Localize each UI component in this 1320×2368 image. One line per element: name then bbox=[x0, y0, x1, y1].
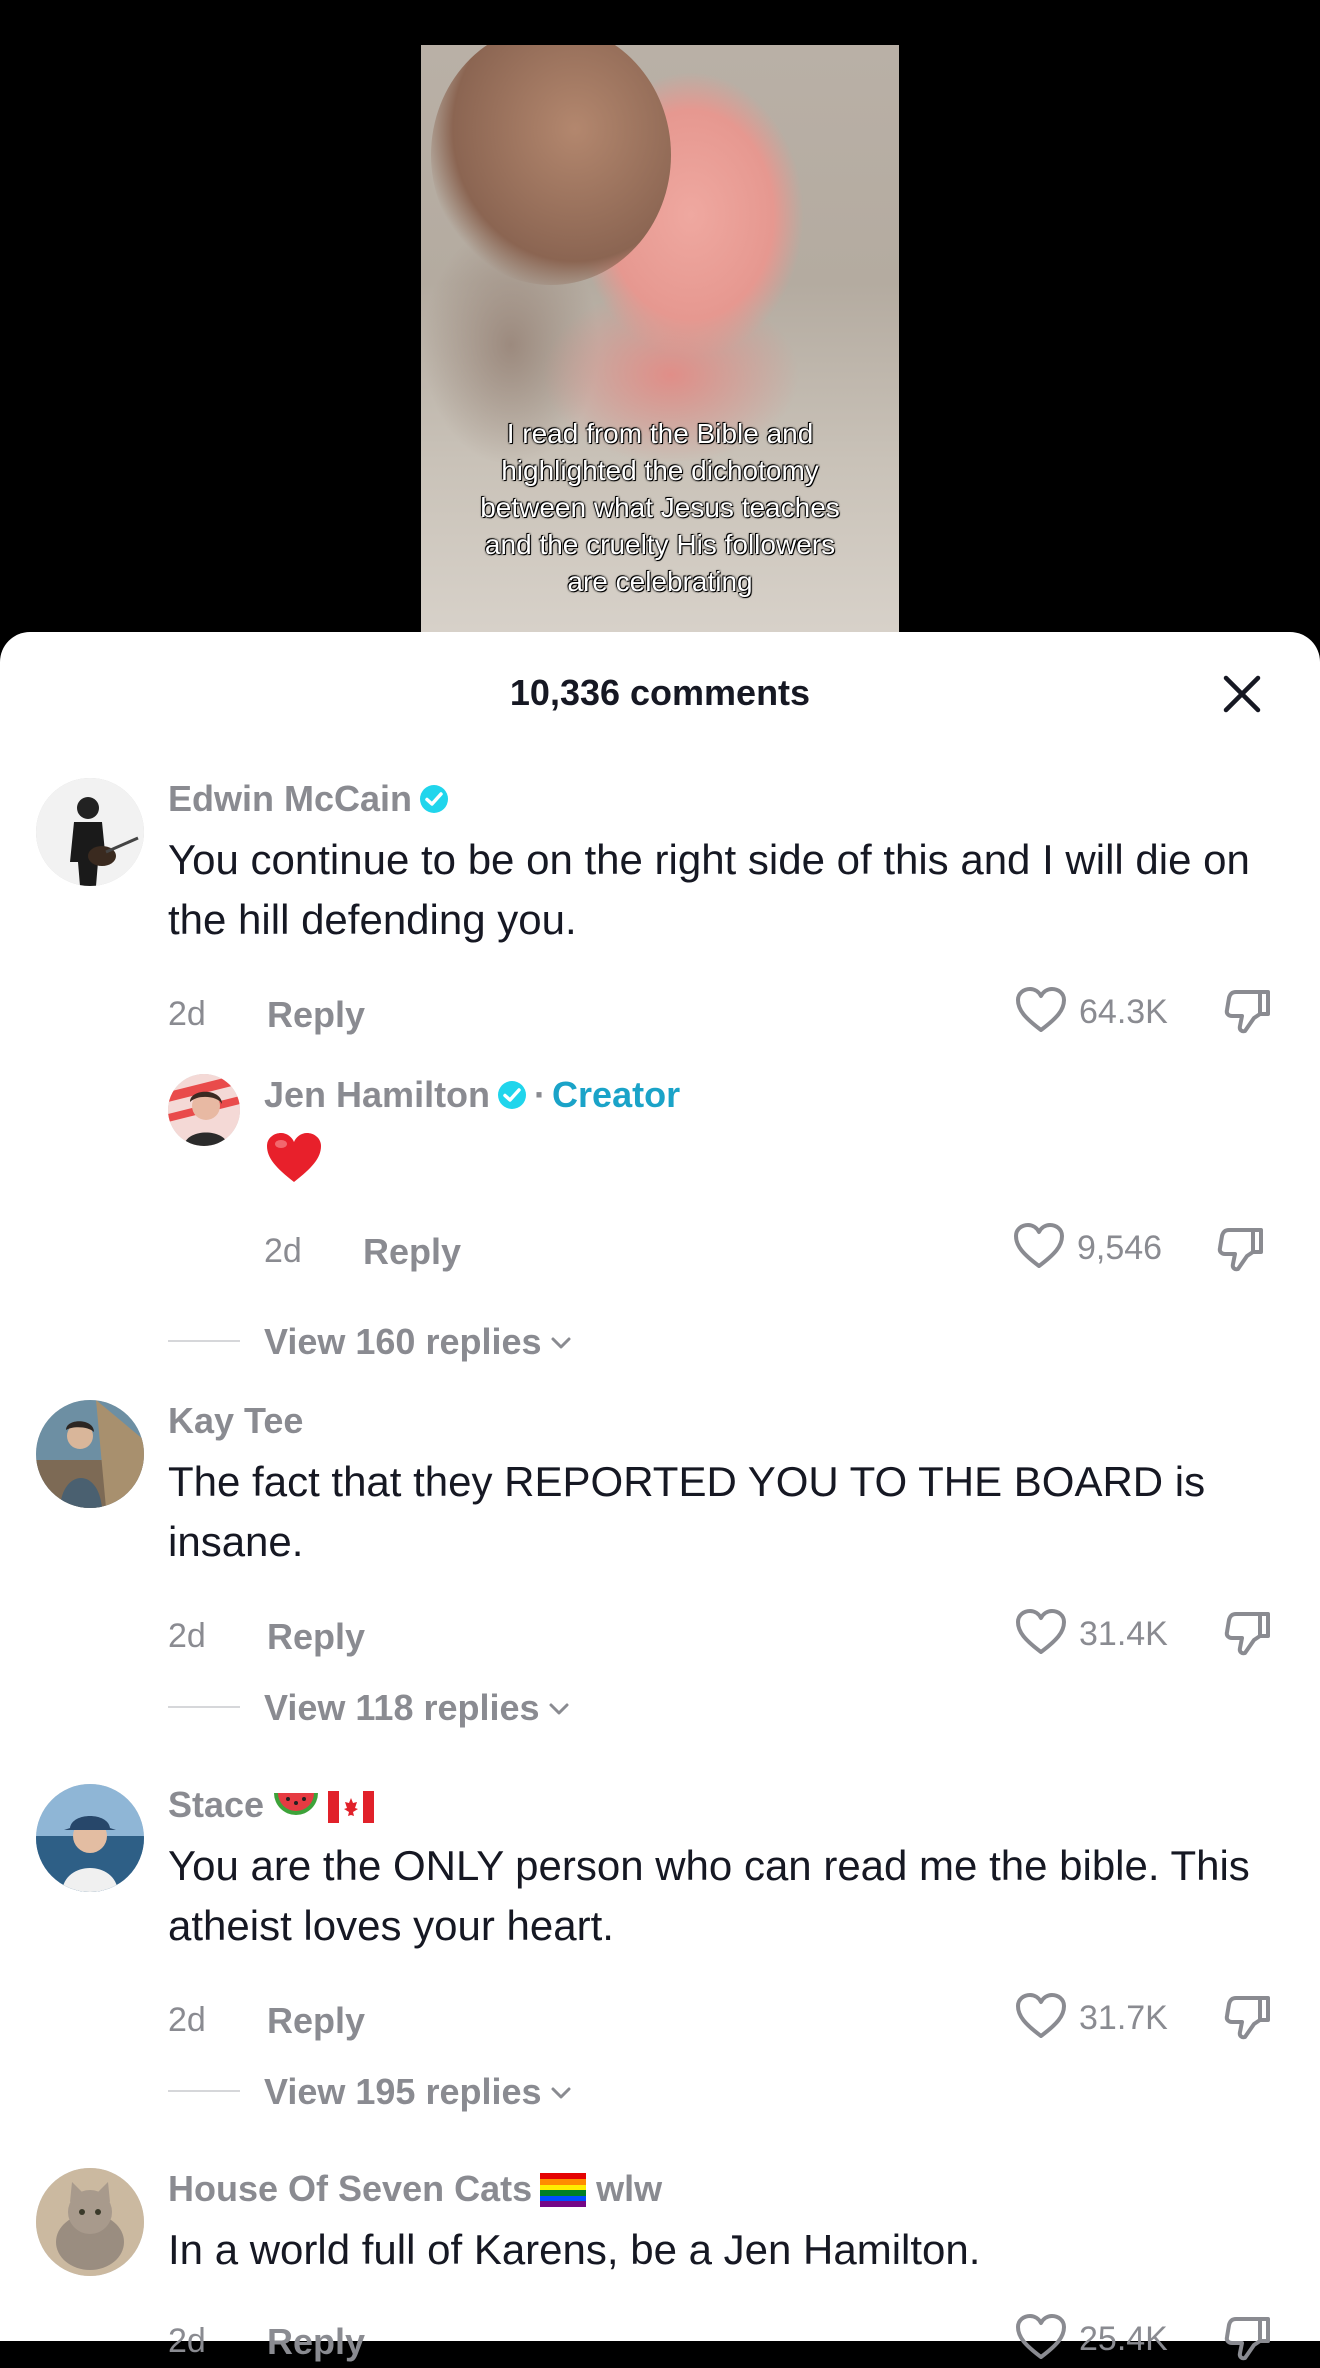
comment-username[interactable]: House Of Seven Cats wlw bbox=[168, 2168, 662, 2216]
heart-icon bbox=[1015, 1608, 1067, 1661]
like-button[interactable]: 25.4K bbox=[1015, 2313, 1168, 2366]
view-replies-divider bbox=[168, 1340, 240, 1342]
close-icon[interactable] bbox=[1220, 672, 1264, 716]
view-replies-button[interactable]: View 118 replies bbox=[264, 1683, 570, 1729]
chevron-down-icon bbox=[548, 1683, 570, 1725]
avatar[interactable] bbox=[36, 2168, 144, 2276]
like-button[interactable]: 31.7K bbox=[1015, 1992, 1168, 2045]
heart-icon bbox=[1015, 986, 1067, 1039]
like-count: 31.7K bbox=[1079, 1999, 1168, 2037]
video-frame-image bbox=[431, 45, 671, 285]
canada-flag-emoji-icon bbox=[328, 1790, 375, 1832]
view-replies-divider bbox=[168, 2090, 240, 2092]
watermelon-emoji-icon bbox=[272, 1787, 320, 1832]
comment-text: You continue to be on the right side of … bbox=[168, 836, 1250, 943]
reply-time: 2d bbox=[264, 1232, 302, 1270]
like-button[interactable]: 64.3K bbox=[1015, 986, 1168, 1039]
comment-time: 2d bbox=[168, 995, 206, 1033]
heart-icon bbox=[1015, 1992, 1067, 2045]
comment-username[interactable]: Edwin McCain bbox=[168, 778, 450, 824]
badge-separator: · bbox=[534, 1074, 547, 1115]
view-replies-button[interactable]: View 160 replies bbox=[264, 1317, 572, 1363]
reply-button[interactable]: Reply bbox=[267, 1616, 365, 1658]
dislike-icon[interactable] bbox=[1222, 1990, 1274, 2047]
like-button[interactable]: 9,546 bbox=[1013, 1222, 1162, 1275]
video-area[interactable]: I read from the Bible and highlighted th… bbox=[0, 0, 1320, 640]
dislike-icon[interactable] bbox=[1222, 1606, 1274, 1663]
comment-time: 2d bbox=[168, 2322, 206, 2360]
comment-time: 2d bbox=[168, 1617, 206, 1655]
verified-badge-icon bbox=[496, 1078, 528, 1120]
reply-button[interactable]: Reply bbox=[267, 2000, 365, 2042]
avatar[interactable] bbox=[36, 1400, 144, 1508]
comments-count-title: 10,336 comments bbox=[509, 672, 811, 713]
red-heart-emoji-icon bbox=[264, 1130, 324, 1191]
comment-text: In a world full of Karens, be a Jen Hami… bbox=[168, 2226, 981, 2273]
heart-icon bbox=[1013, 1222, 1065, 1275]
chevron-down-icon bbox=[550, 1317, 572, 1359]
dislike-icon[interactable] bbox=[1222, 2311, 1274, 2368]
avatar[interactable] bbox=[36, 1784, 144, 1892]
comment-username[interactable]: Kay Tee bbox=[168, 1400, 303, 1442]
reply-button[interactable]: Reply bbox=[267, 2321, 365, 2363]
verified-badge-icon bbox=[418, 782, 450, 824]
dislike-icon[interactable] bbox=[1215, 1222, 1267, 1279]
comment-time: 2d bbox=[168, 2001, 206, 2039]
avatar[interactable] bbox=[168, 1074, 240, 1146]
username-suffix: wlw bbox=[596, 2168, 663, 2209]
like-count: 9,546 bbox=[1077, 1229, 1163, 1267]
chevron-down-icon bbox=[550, 2067, 572, 2109]
like-count: 64.3K bbox=[1079, 993, 1168, 1031]
view-replies-divider bbox=[168, 1706, 240, 1708]
comment-text: The fact that they REPORTED YOU TO THE B… bbox=[168, 1458, 1206, 1565]
avatar[interactable] bbox=[36, 778, 144, 886]
reply-username[interactable]: Jen Hamilton · Creator bbox=[264, 1074, 680, 1120]
video-thumbnail[interactable]: I read from the Bible and highlighted th… bbox=[421, 45, 899, 640]
like-count: 25.4K bbox=[1079, 2320, 1168, 2358]
like-button[interactable]: 31.4K bbox=[1015, 1608, 1168, 1661]
comment-text: You are the ONLY person who can read me … bbox=[168, 1842, 1250, 1949]
view-replies-button[interactable]: View 195 replies bbox=[264, 2067, 572, 2113]
comments-sheet: 10,336 comments Edwin McCain You continu… bbox=[0, 632, 1320, 2362]
video-caption: I read from the Bible and highlighted th… bbox=[480, 418, 840, 597]
reply-button[interactable]: Reply bbox=[363, 1231, 461, 1273]
like-count: 31.4K bbox=[1079, 1615, 1168, 1653]
comment-username[interactable]: Stace bbox=[168, 1784, 375, 1832]
comments-header: 10,336 comments bbox=[0, 632, 1320, 754]
rainbow-flag-emoji-icon bbox=[540, 2173, 587, 2216]
reply-button[interactable]: Reply bbox=[267, 994, 365, 1036]
dislike-icon[interactable] bbox=[1222, 984, 1274, 1041]
heart-icon bbox=[1015, 2313, 1067, 2366]
creator-badge: Creator bbox=[552, 1074, 681, 1115]
